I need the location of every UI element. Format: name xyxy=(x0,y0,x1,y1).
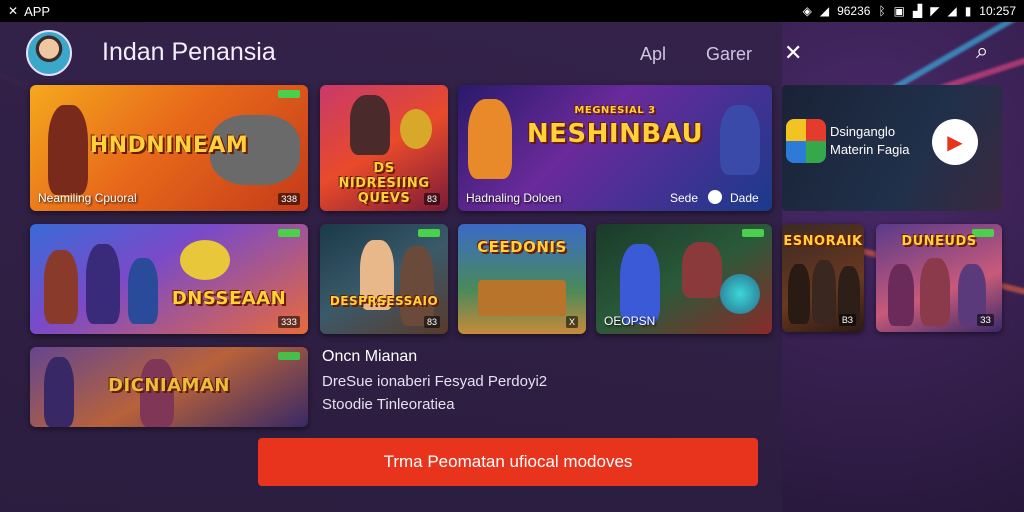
nav-link-garer[interactable]: Garer xyxy=(706,44,752,65)
game-app-icon xyxy=(786,119,826,163)
game-tile[interactable]: DICNIAMAN xyxy=(30,347,308,427)
tile-badge xyxy=(278,90,300,98)
character-figure xyxy=(888,264,914,326)
page-title: Indan Penansia xyxy=(102,38,276,66)
character-figure xyxy=(400,246,434,326)
app-indicator-icon: ✕ xyxy=(8,4,19,18)
vehicle-figure xyxy=(180,240,230,280)
game-tile[interactable]: DNSSEAAN 3ЗЗ xyxy=(30,224,308,334)
tile-number: ЗЗ8 xyxy=(278,193,300,205)
character-figure xyxy=(682,242,722,298)
toggle-dot-icon[interactable] xyxy=(708,190,722,204)
chart-icon: ▟ xyxy=(912,4,923,18)
info-title: Oncn Mianan xyxy=(322,348,418,365)
status-bar: ✕ APP ◈ ◢ 96236 ᛒ ▣ ▟ ◤ ◢ ▮ 10:257 xyxy=(0,0,1024,22)
side-card-line2: Materin Fagia xyxy=(830,142,910,157)
tile-caption: OEOPSN xyxy=(604,314,656,328)
game-tile[interactable]: DS NIDRESIING QUEVS 83 xyxy=(320,85,448,211)
tile-title: DICNIAMAN xyxy=(108,375,230,396)
nav-link-apl[interactable]: Apl xyxy=(640,44,666,65)
avatar[interactable] xyxy=(26,30,72,76)
tile-title: DESPRSESSAIO xyxy=(329,294,439,308)
top-bar: Indan Penansia Apl Garer xyxy=(0,22,782,84)
side-card-line1: Dsinganglo xyxy=(830,124,896,139)
info-line: Stoodie Tinleoratiea xyxy=(322,396,455,413)
character-figure xyxy=(350,95,390,155)
tile-number: ВЗ xyxy=(838,314,856,326)
tile-title: DUNEUDS xyxy=(901,234,977,249)
tile-title: CEEDONIS xyxy=(477,238,567,256)
info-line: DreSue ionaberi Fesyad Perdoyi2 xyxy=(322,373,548,390)
play-button[interactable]: ▶ xyxy=(932,119,978,165)
search-icon[interactable]: ⌕ xyxy=(976,38,988,64)
tile-badge xyxy=(742,229,764,237)
play-icon: ▶ xyxy=(947,131,963,154)
side-game-tile[interactable]: DUNEUDS ЗЗ xyxy=(876,224,1002,332)
wifi-icon: ◤ xyxy=(930,4,940,18)
game-tile[interactable]: CEEDONIS X xyxy=(458,224,586,334)
tile-caption: Neamiling Cpuoral xyxy=(38,191,137,205)
game-tile[interactable]: OEOPSN xyxy=(596,224,772,334)
expand-icon[interactable]: ✕ xyxy=(784,40,802,66)
emblem-figure xyxy=(400,109,432,149)
tile-right-label-2: Dade xyxy=(730,191,759,205)
status-app-label: APP xyxy=(24,3,51,19)
character-figure xyxy=(920,258,950,326)
featured-side-card[interactable]: Dsinganglo Materin Fagia ▶ xyxy=(782,85,1002,211)
battery-icon: ▮ xyxy=(964,4,972,18)
game-tile[interactable]: DESPRSESSAIO 83 xyxy=(320,224,448,334)
tile-number: 3ЗЗ xyxy=(278,316,300,328)
tile-badge xyxy=(418,229,440,237)
tile-caption: Hadnaling Doloen xyxy=(466,191,562,205)
tile-title: DNSSEAAN xyxy=(171,288,287,309)
character-figure xyxy=(620,244,660,324)
tile-title: NESHINBAU xyxy=(526,119,704,149)
tile-title: ESNORAIK xyxy=(783,234,863,249)
character-figure xyxy=(86,244,120,324)
battery-saver-icon: ▣ xyxy=(893,4,905,18)
tile-number: ЗЗ xyxy=(977,314,994,326)
tile-badge xyxy=(278,229,300,237)
side-game-tile[interactable]: ESNORAIK ВЗ xyxy=(782,224,864,332)
game-info: Oncn Mianan DreSue ionaberi Fesyad Perdo… xyxy=(322,348,762,419)
bluetooth-icon: ᛒ xyxy=(878,4,886,18)
primary-cta-button[interactable]: Trma Peomatan ufiocal modoves xyxy=(258,438,758,486)
cell-signal-icon: ◢ xyxy=(947,4,957,18)
character-figure xyxy=(812,260,836,324)
tile-number: 83 xyxy=(423,193,440,205)
character-figure xyxy=(788,264,810,324)
character-figure xyxy=(44,250,78,324)
tile-badge xyxy=(278,352,300,360)
building-figure xyxy=(478,280,566,316)
orb-figure xyxy=(720,274,760,314)
status-time: 10:257 xyxy=(979,4,1016,18)
app-panel: Indan Penansia Apl Garer HNDNINEAM Neami… xyxy=(0,22,782,512)
tile-right-label: Sede xyxy=(670,191,699,205)
side-card-text: Dsinganglo Materin Fagia xyxy=(830,123,909,159)
tile-number: 83 xyxy=(423,316,440,328)
game-tile[interactable]: HNDNINEAM Neamiling Cpuoral ЗЗ8 xyxy=(30,85,308,211)
signal-icon: ◢ xyxy=(819,4,830,18)
featured-game-tile[interactable]: MEGNESIAL 3 NESHINBAU Hadnaling Doloen S… xyxy=(458,85,772,211)
rotate-icon: ◈ xyxy=(802,4,812,18)
tile-subtitle: MEGNESIAL 3 xyxy=(574,105,656,116)
status-value: 96236 xyxy=(837,4,871,18)
tile-title: HNDNINEAM xyxy=(89,133,249,158)
tile-number: X xyxy=(565,316,578,328)
